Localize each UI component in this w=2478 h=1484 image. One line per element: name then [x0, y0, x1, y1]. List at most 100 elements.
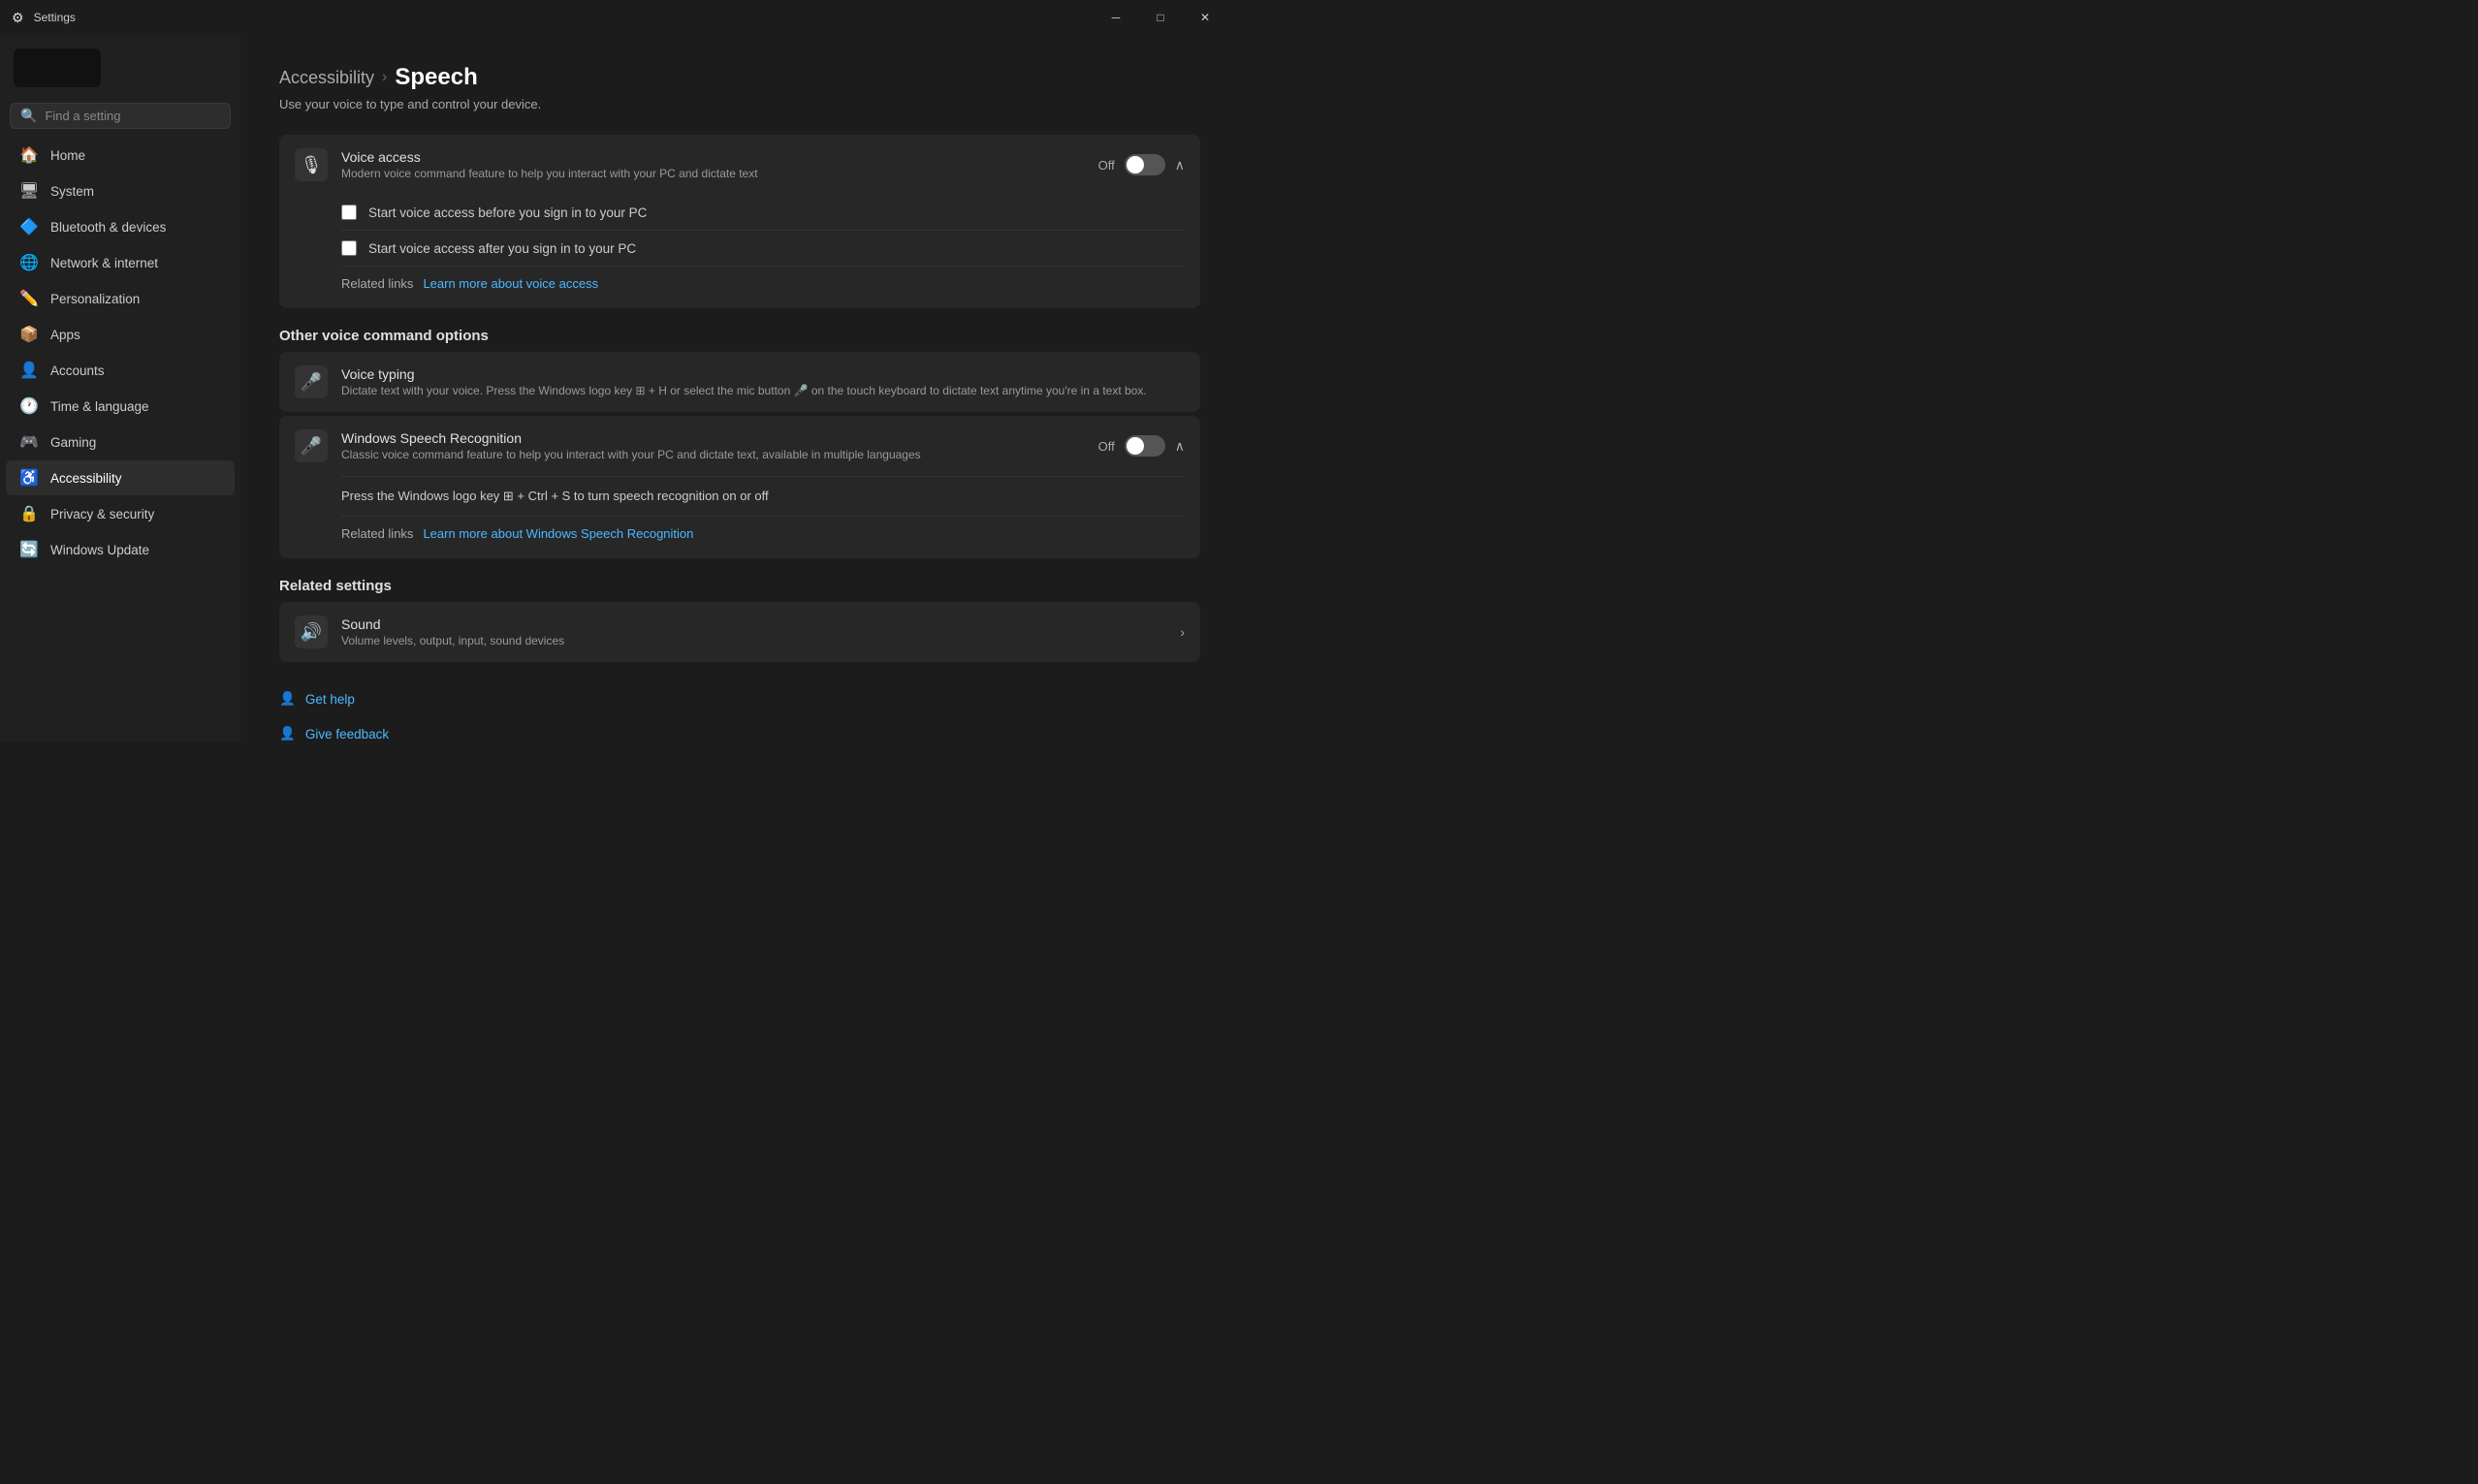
- windows-speech-right: Off ∧: [1098, 435, 1185, 457]
- windows-speech-card: 🎤 Windows Speech Recognition Classic voi…: [279, 416, 1200, 558]
- close-button[interactable]: ✕: [1183, 4, 1227, 31]
- windows-speech-title: Windows Speech Recognition: [341, 430, 1085, 446]
- nav-icon-accounts: 👤: [19, 361, 39, 380]
- nav-label-time: Time & language: [50, 399, 149, 414]
- voice-access-right: Off ∧: [1098, 154, 1185, 175]
- nav-icon-update: 🔄: [19, 540, 39, 559]
- voice-access-chevron[interactable]: ∧: [1175, 157, 1185, 174]
- nav-icon-personalization: ✏️: [19, 289, 39, 308]
- maximize-button[interactable]: □: [1138, 4, 1183, 31]
- breadcrumb: Accessibility › Speech: [279, 64, 1200, 91]
- voice-access-related-links: Related links Learn more about voice acc…: [341, 266, 1185, 295]
- windows-speech-toggle-label: Off: [1098, 439, 1115, 454]
- settings-icon: ⚙: [12, 10, 24, 26]
- sidebar-item-personalization[interactable]: ✏️ Personalization: [6, 281, 235, 316]
- give-feedback-link[interactable]: 👤 Give feedback: [279, 716, 1200, 742]
- voice-access-card: 🎙 Voice access Modern voice command feat…: [279, 135, 1200, 308]
- windows-speech-toggle[interactable]: [1125, 435, 1165, 457]
- nav-label-update: Windows Update: [50, 543, 149, 557]
- nav-label-apps: Apps: [50, 328, 80, 342]
- nav-label-personalization: Personalization: [50, 292, 140, 306]
- windows-speech-desc: Classic voice command feature to help yo…: [341, 448, 1085, 461]
- sidebar-item-system[interactable]: 🖥 System: [6, 174, 235, 208]
- related-links-label-2: Related links: [341, 526, 413, 541]
- search-input[interactable]: [45, 109, 220, 123]
- minimize-button[interactable]: ─: [1094, 4, 1138, 31]
- sidebar: 🔍 🏠 Home 🖥 System 🔷 Bluetooth & devices …: [0, 35, 240, 742]
- nav-label-system: System: [50, 184, 94, 199]
- sound-icon: 🔊: [295, 616, 328, 648]
- related-links-label-1: Related links: [341, 276, 413, 291]
- bottom-links: 👤 Get help 👤 Give feedback: [279, 681, 1200, 742]
- checkbox-label-1: Start voice access before you sign in to…: [368, 205, 647, 220]
- nav-icon-home: 🏠: [19, 145, 39, 165]
- sound-arrow-icon: ›: [1180, 624, 1185, 640]
- voice-access-header[interactable]: 🎙 Voice access Modern voice command feat…: [279, 135, 1200, 195]
- sidebar-item-bluetooth[interactable]: 🔷 Bluetooth & devices: [6, 209, 235, 244]
- nav-icon-bluetooth: 🔷: [19, 217, 39, 237]
- nav-label-network: Network & internet: [50, 256, 158, 270]
- sidebar-item-accessibility[interactable]: ♿ Accessibility: [6, 460, 235, 495]
- title-bar-title: Settings: [34, 11, 76, 24]
- nav-label-bluetooth: Bluetooth & devices: [50, 220, 166, 235]
- voice-typing-title: Voice typing: [341, 366, 1185, 382]
- learn-more-speech-recognition-link[interactable]: Learn more about Windows Speech Recognit…: [423, 526, 693, 541]
- windows-speech-related-links: Related links Learn more about Windows S…: [341, 516, 1185, 545]
- voice-access-icon: 🎙: [295, 148, 328, 181]
- nav-icon-privacy: 🔒: [19, 504, 39, 523]
- nav-label-privacy: Privacy & security: [50, 507, 154, 521]
- windows-speech-header[interactable]: 🎤 Windows Speech Recognition Classic voi…: [279, 416, 1200, 476]
- voice-access-info: Voice access Modern voice command featur…: [341, 149, 1085, 180]
- windows-speech-chevron[interactable]: ∧: [1175, 438, 1185, 455]
- breadcrumb-parent[interactable]: Accessibility: [279, 68, 374, 88]
- voice-typing-desc: Dictate text with your voice. Press the …: [341, 384, 1185, 397]
- nav-icon-accessibility: ♿: [19, 468, 39, 488]
- title-bar: ⚙ Settings ─ □ ✕: [0, 0, 1239, 35]
- checkbox-row-2: Start voice access after you sign in to …: [341, 230, 1185, 266]
- learn-more-voice-access-link[interactable]: Learn more about voice access: [423, 276, 598, 291]
- main-content: Accessibility › Speech Use your voice to…: [240, 35, 1239, 742]
- voice-access-title: Voice access: [341, 149, 1085, 165]
- voice-typing-info: Voice typing Dictate text with your voic…: [341, 366, 1185, 397]
- breadcrumb-current: Speech: [395, 64, 477, 91]
- nav-icon-gaming: 🎮: [19, 432, 39, 452]
- nav-icon-system: 🖥: [19, 181, 39, 201]
- nav-container: 🏠 Home 🖥 System 🔷 Bluetooth & devices 🌐 …: [0, 137, 240, 568]
- sidebar-item-time[interactable]: 🕐 Time & language: [6, 389, 235, 424]
- search-icon: 🔍: [20, 108, 37, 124]
- get-help-icon: 👤: [279, 691, 296, 707]
- other-voice-section-title: Other voice command options: [279, 328, 1200, 344]
- voice-typing-header[interactable]: 🎤 Voice typing Dictate text with your vo…: [279, 352, 1200, 412]
- checkbox-sign-in-after[interactable]: [341, 240, 357, 256]
- search-box[interactable]: 🔍: [10, 103, 231, 129]
- windows-speech-info: Windows Speech Recognition Classic voice…: [341, 430, 1085, 461]
- windows-speech-body: Press the Windows logo key ⊞ + Ctrl + S …: [279, 476, 1200, 558]
- avatar: [14, 48, 101, 87]
- sidebar-item-privacy[interactable]: 🔒 Privacy & security: [6, 496, 235, 531]
- sound-card[interactable]: 🔊 Sound Volume levels, output, input, so…: [279, 602, 1200, 662]
- app-body: 🔍 🏠 Home 🖥 System 🔷 Bluetooth & devices …: [0, 35, 1239, 742]
- voice-typing-card: 🎤 Voice typing Dictate text with your vo…: [279, 352, 1200, 412]
- give-feedback-icon: 👤: [279, 726, 296, 742]
- nav-label-accounts: Accounts: [50, 363, 105, 378]
- sidebar-item-home[interactable]: 🏠 Home: [6, 138, 235, 173]
- sound-desc: Volume levels, output, input, sound devi…: [341, 634, 1166, 647]
- windows-speech-icon: 🎤: [295, 429, 328, 462]
- title-bar-left: ⚙ Settings: [12, 10, 76, 26]
- breadcrumb-separator: ›: [382, 69, 387, 86]
- voice-access-toggle[interactable]: [1125, 154, 1165, 175]
- nav-label-gaming: Gaming: [50, 435, 96, 450]
- related-settings-title: Related settings: [279, 578, 1200, 594]
- sidebar-item-apps[interactable]: 📦 Apps: [6, 317, 235, 352]
- sidebar-item-update[interactable]: 🔄 Windows Update: [6, 532, 235, 567]
- nav-label-accessibility: Accessibility: [50, 471, 122, 486]
- voice-access-body: Start voice access before you sign in to…: [279, 195, 1200, 308]
- sidebar-item-accounts[interactable]: 👤 Accounts: [6, 353, 235, 388]
- voice-access-desc: Modern voice command feature to help you…: [341, 167, 1085, 180]
- sidebar-item-network[interactable]: 🌐 Network & internet: [6, 245, 235, 280]
- get-help-link[interactable]: 👤 Get help: [279, 681, 1200, 716]
- checkbox-sign-in-before[interactable]: [341, 205, 357, 220]
- sound-title: Sound: [341, 616, 1166, 632]
- sidebar-item-gaming[interactable]: 🎮 Gaming: [6, 425, 235, 459]
- page-subtitle: Use your voice to type and control your …: [279, 97, 1200, 111]
